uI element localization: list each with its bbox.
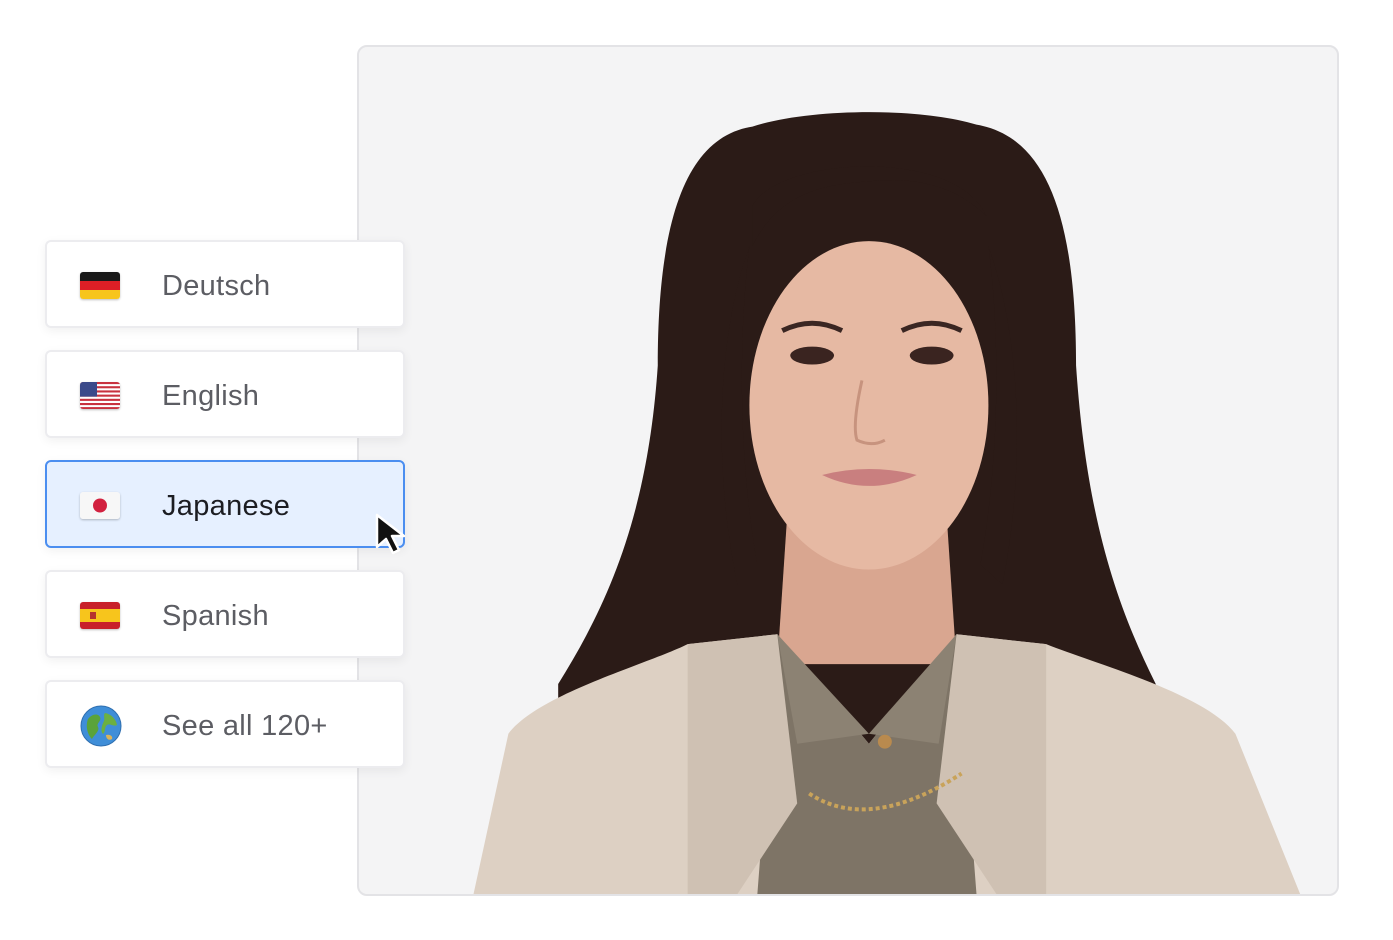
germany-flag-icon xyxy=(80,272,120,299)
spain-flag-icon xyxy=(80,602,120,629)
language-option-see-all[interactable]: See all 120+ xyxy=(45,680,405,768)
language-option-deutsch[interactable]: Deutsch xyxy=(45,240,405,328)
japan-flag-icon xyxy=(80,492,120,519)
language-label: Japanese xyxy=(162,490,291,522)
us-flag-icon xyxy=(80,382,120,409)
video-preview-frame xyxy=(357,45,1339,896)
language-label: Spanish xyxy=(162,600,269,632)
avatar-presenter-image xyxy=(473,112,1301,894)
language-option-japanese[interactable]: Japanese xyxy=(45,460,405,548)
language-label: See all 120+ xyxy=(162,710,328,742)
mouse-pointer-icon xyxy=(375,513,406,555)
language-label: Deutsch xyxy=(162,270,271,302)
globe-icon xyxy=(80,705,122,747)
language-label: English xyxy=(162,380,260,412)
language-option-english[interactable]: English xyxy=(45,350,405,438)
language-option-spanish[interactable]: Spanish xyxy=(45,570,405,658)
